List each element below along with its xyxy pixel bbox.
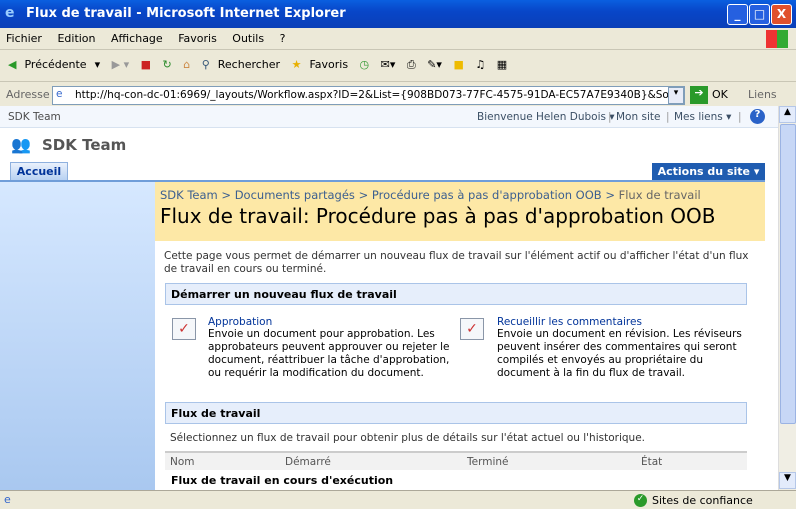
mail-icon[interactable]: ✉▾: [381, 58, 396, 71]
menu-help[interactable]: ?: [274, 28, 292, 45]
approbation-desc: Envoie un document pour approbation. Les…: [208, 328, 450, 379]
menu-favoris[interactable]: Favoris: [172, 28, 223, 45]
status-bar: e ✓ Sites de confiance: [0, 490, 796, 509]
intro-text: Cette page vous permet de démarrer un no…: [164, 250, 749, 275]
back-button[interactable]: Précédente: [24, 58, 86, 71]
breadcrumb-procedure[interactable]: Procédure pas à pas d'approbation OOB: [372, 188, 602, 202]
col-nom[interactable]: Nom: [170, 456, 195, 468]
messenger-icon[interactable]: ♫: [475, 58, 485, 71]
security-zone: Sites de confiance: [652, 494, 753, 507]
go-arrow-icon[interactable]: ➔: [690, 86, 708, 104]
col-demarre[interactable]: Démarré: [285, 456, 331, 468]
top-strip: SDK Team Bienvenue Helen Dubois ▾ | Mon …: [0, 106, 778, 128]
favorites-button[interactable]: Favoris: [309, 58, 348, 71]
start-section-header: Démarrer un nouveau flux de travail: [165, 283, 747, 305]
search-button[interactable]: Rechercher: [218, 58, 280, 71]
menu-outils[interactable]: Outils: [226, 28, 270, 45]
forward-icon[interactable]: ▶ ▾: [112, 58, 129, 71]
history-icon[interactable]: ◷: [360, 58, 370, 71]
menu-bar: Fichier Edition Affichage Favoris Outils…: [0, 28, 796, 50]
address-dropdown[interactable]: ▾: [668, 87, 684, 104]
research-icon[interactable]: ▦: [497, 58, 507, 71]
close-button[interactable]: X: [771, 4, 792, 25]
feedback-desc: Envoie un document en révision. Les révi…: [497, 328, 742, 379]
menu-edition[interactable]: Edition: [51, 28, 101, 45]
workflow-icon: ✓: [460, 318, 484, 340]
page-content: SDK Team Bienvenue Helen Dubois ▾ | Mon …: [0, 106, 778, 490]
left-navigation: [0, 180, 155, 490]
page-status-icon: e: [4, 493, 11, 506]
page-header: SDK Team > Documents partagés > Procédur…: [155, 180, 765, 241]
workflows-hint: Sélectionnez un flux de travail pour obt…: [170, 432, 645, 444]
address-label: Adresse: [6, 88, 50, 101]
go-button[interactable]: OK: [712, 88, 728, 101]
site-top-link[interactable]: SDK Team: [8, 111, 61, 123]
my-site-link[interactable]: Mon site: [616, 111, 660, 123]
workflow-feedback: Recueillir les commentaires Envoie un do…: [497, 316, 747, 380]
welcome-menu[interactable]: Bienvenue Helen Dubois ▾: [477, 111, 615, 123]
address-url: http://hq-con-dc-01:6969/_layouts/Workfl…: [75, 89, 685, 101]
menu-fichier[interactable]: Fichier: [0, 28, 48, 45]
maximize-button[interactable]: □: [749, 4, 770, 25]
my-links-menu[interactable]: Mes liens ▾: [674, 111, 731, 123]
minimize-button[interactable]: _: [727, 4, 748, 25]
edit-icon[interactable]: ✎▾: [427, 58, 442, 71]
workflows-section-header: Flux de travail: [165, 402, 747, 424]
site-logo-icon: 👥: [11, 135, 31, 154]
col-etat[interactable]: État: [641, 456, 662, 468]
col-termine[interactable]: Terminé: [467, 456, 508, 468]
toolbar: ◀ Précédente ▾ ▶ ▾ ■ ↻ ⌂ ⚲ Rechercher ★ Favo…: [0, 51, 796, 82]
breadcrumb-documents[interactable]: Documents partagés: [235, 188, 355, 202]
home-icon[interactable]: ⌂: [183, 58, 190, 71]
scroll-down-button[interactable]: ▼: [779, 472, 796, 489]
refresh-icon[interactable]: ↻: [163, 58, 172, 71]
site-title[interactable]: SDK Team: [42, 136, 126, 154]
stop-icon[interactable]: ■: [141, 58, 151, 71]
windows-logo: [766, 30, 788, 48]
scroll-thumb[interactable]: [780, 124, 796, 424]
running-workflows-heading: Flux de travail en cours d'exécution: [171, 474, 394, 487]
search-icon[interactable]: ⚲: [202, 58, 210, 71]
links-button[interactable]: Liens: [748, 88, 777, 101]
approbation-link[interactable]: Approbation: [208, 316, 453, 328]
ie-icon: e: [5, 5, 15, 21]
page-title: Flux de travail: Procédure pas à pas d'a…: [160, 204, 716, 228]
favorites-star-icon[interactable]: ★: [292, 58, 302, 71]
vertical-scrollbar[interactable]: ▲ ▼: [778, 106, 796, 490]
scroll-up-button[interactable]: ▲: [779, 106, 796, 123]
tab-accueil[interactable]: Accueil: [10, 162, 68, 180]
trusted-sites-icon: ✓: [634, 494, 647, 507]
window-title: Flux de travail - Microsoft Internet Exp…: [26, 6, 346, 21]
feedback-link[interactable]: Recueillir les commentaires: [497, 316, 747, 328]
workflow-icon: ✓: [172, 318, 196, 340]
help-icon[interactable]: ?: [750, 109, 765, 124]
site-actions-button[interactable]: Actions du site ▾: [652, 163, 765, 180]
print-icon[interactable]: ⎙: [407, 58, 416, 71]
address-input[interactable]: e http://hq-con-dc-01:6969/_layouts/Work…: [52, 86, 685, 105]
workflows-table-header: Nom Démarré Terminé État: [165, 451, 747, 470]
page-icon: e: [56, 88, 63, 100]
window-title-bar: e Flux de travail - Microsoft Internet E…: [0, 0, 796, 28]
workflow-approbation: Approbation Envoie un document pour appr…: [208, 316, 453, 380]
note-icon[interactable]: ■: [453, 58, 463, 71]
breadcrumb-sdk-team[interactable]: SDK Team: [160, 188, 218, 202]
back-arrow-icon[interactable]: ◀: [8, 58, 16, 71]
breadcrumb-current: Flux de travail: [618, 188, 701, 202]
breadcrumb: SDK Team > Documents partagés > Procédur…: [160, 188, 701, 202]
address-bar: Adresse e http://hq-con-dc-01:6969/_layo…: [0, 83, 796, 106]
menu-affichage[interactable]: Affichage: [105, 28, 169, 45]
